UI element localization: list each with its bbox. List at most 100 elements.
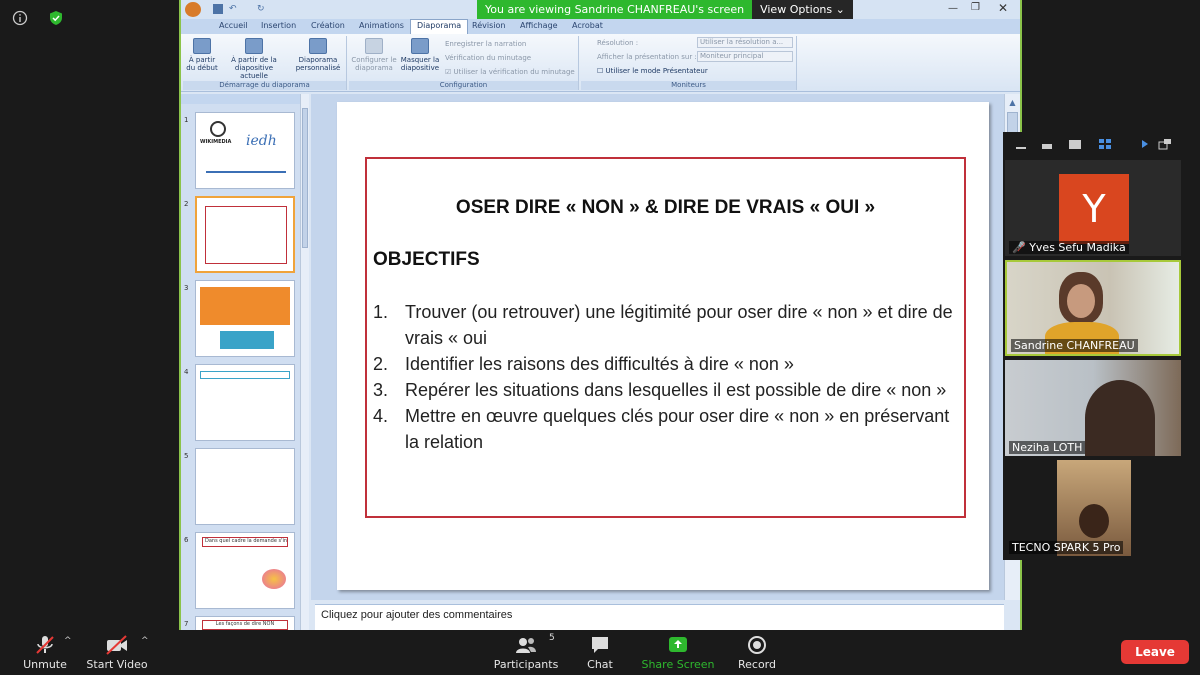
view-options-button[interactable]: View Options ⌄: [752, 0, 853, 19]
info-icon[interactable]: [12, 10, 28, 26]
share-screen-button[interactable]: Share Screen: [641, 634, 715, 671]
share-screen-icon: [641, 634, 715, 656]
thumb-orange-block: [200, 287, 290, 325]
tab-diaporama[interactable]: Diaporama: [410, 19, 469, 34]
video-off-icon: [86, 634, 148, 656]
audio-options-chevron-icon[interactable]: ^: [64, 636, 72, 646]
save-icon[interactable]: [213, 4, 223, 14]
security-shield-icon[interactable]: [48, 10, 64, 26]
speaker-view-icon[interactable]: [1067, 136, 1083, 150]
leave-button[interactable]: Leave: [1121, 640, 1189, 664]
record-narration-button[interactable]: Enregistrer la narration: [445, 40, 526, 48]
thumb-red-box: [205, 206, 287, 264]
use-timings-checkbox[interactable]: ☑ Utiliser la vérification du minutage: [445, 68, 575, 76]
slide-thumbnail-panel: 1 WIKIMEDIA iedh 2 3 4 5 6 Dans quel cad…: [181, 94, 303, 630]
rehearse-timings-button[interactable]: Vérification du minutage: [445, 54, 531, 62]
video-options-chevron-icon[interactable]: ^: [141, 636, 149, 646]
slide-thumbnail-3[interactable]: [195, 280, 295, 357]
video-gallery: Y 🎤̸ Yves Sefu Madika Sandrine CHANFREAU…: [1003, 132, 1181, 560]
hide-slide-button[interactable]: Masquer la diapositive: [399, 38, 441, 72]
start-slideshow-group: À partir du début À partir de la diaposi…: [183, 36, 347, 90]
tab-affichage[interactable]: Affichage: [520, 21, 558, 30]
projector-icon: [245, 38, 263, 54]
configure-show-button[interactable]: Configurer le diaporama: [351, 38, 397, 72]
wikimedia-logo-icon: [210, 121, 226, 137]
thumbnail-scrollbar[interactable]: [300, 94, 309, 630]
notes-input[interactable]: Cliquez pour ajouter des commentaires: [315, 604, 1004, 630]
resolution-select[interactable]: Utiliser la résolution a...: [697, 37, 793, 48]
objective-number: 3.: [373, 380, 389, 400]
chat-icon: [582, 634, 618, 656]
thumb-number: 6: [184, 536, 189, 544]
gallery-view-icon[interactable]: [1097, 136, 1113, 150]
thumbnail-view-icon[interactable]: [1039, 136, 1055, 150]
start-video-button[interactable]: Start Video: [86, 634, 148, 671]
presenter-mode-checkbox[interactable]: ☐ Utiliser le mode Présentateur: [597, 67, 708, 75]
thumb-divider: [206, 171, 286, 173]
chevron-down-icon: ⌄: [835, 3, 845, 16]
monitors-group: Résolution : Utiliser la résolution a...…: [581, 36, 797, 90]
unmute-button[interactable]: Unmute: [22, 634, 68, 671]
record-button[interactable]: Record: [737, 634, 777, 671]
slide-content-box: OSER DIRE « NON » & DIRE DE VRAIS « OUI …: [365, 157, 966, 518]
thumb-heading-box: [200, 371, 290, 379]
office-button-icon[interactable]: [185, 2, 201, 17]
participant-tile-tecno[interactable]: TECNO SPARK 5 Pro: [1005, 460, 1181, 556]
thumb-number: 3: [184, 284, 189, 292]
minimize-gallery-icon[interactable]: [1013, 136, 1029, 150]
objective-text: Mettre en œuvre quelques clés pour oser …: [405, 406, 950, 452]
scroll-up-icon[interactable]: ▲: [1007, 98, 1018, 108]
next-page-icon[interactable]: [1137, 136, 1153, 150]
slide-thumbnail-7[interactable]: Les façons de dire NON: [195, 616, 295, 630]
current-slide[interactable]: OSER DIRE « NON » & DIRE DE VRAIS « OUI …: [337, 102, 989, 590]
scrollbar-thumb[interactable]: [302, 108, 308, 248]
undo-icon[interactable]: ↶: [229, 4, 237, 14]
participant-name: TECNO SPARK 5 Pro: [1009, 541, 1124, 554]
pop-out-icon[interactable]: [1157, 136, 1173, 150]
participant-tile-neziha[interactable]: Neziha LOTH: [1005, 360, 1181, 456]
thumb-number: 2: [184, 200, 189, 208]
panel-tabs: [181, 94, 303, 104]
tab-accueil[interactable]: Accueil: [219, 21, 248, 30]
objective-text: Repérer les situations dans lesquelles i…: [405, 380, 947, 400]
minimize-icon[interactable]: —: [948, 3, 958, 14]
hide-slide-icon: [411, 38, 429, 54]
objective-number: 1.: [373, 302, 389, 322]
from-current-button[interactable]: À partir de la diapositive actuelle: [221, 38, 287, 80]
from-start-button[interactable]: À partir du début: [185, 38, 219, 72]
tab-animations[interactable]: Animations: [359, 21, 404, 30]
tab-acrobat[interactable]: Acrobat: [572, 21, 603, 30]
slide-thumbnail-6[interactable]: Dans quel cadre la demande s'inscrit: [195, 532, 295, 609]
restore-icon[interactable]: ❐: [971, 2, 980, 13]
participant-tile-sandrine[interactable]: Sandrine CHANFREAU: [1005, 260, 1181, 356]
close-icon[interactable]: ✕: [998, 1, 1008, 15]
monitor-select[interactable]: Moniteur principal: [697, 51, 793, 62]
objective-number: 4.: [373, 406, 389, 426]
slide-thumbnail-1[interactable]: WIKIMEDIA iedh: [195, 112, 295, 189]
tab-creation[interactable]: Création: [311, 21, 345, 30]
custom-show-label: Diaporama personnalisé: [295, 56, 341, 72]
objective-item: 2. Identifier les raisons des difficultés…: [373, 351, 958, 377]
from-current-label: À partir de la diapositive actuelle: [231, 56, 277, 80]
avatar: Y: [1059, 174, 1129, 244]
ribbon: À partir du début À partir de la diaposi…: [181, 34, 1020, 92]
brain-illustration: [262, 569, 286, 589]
custom-show-button[interactable]: Diaporama personnalisé: [293, 38, 343, 72]
participant-tile-yves[interactable]: Y 🎤̸ Yves Sefu Madika: [1005, 160, 1181, 256]
objectives-list: 1. Trouver (ou retrouver) une légitimité …: [373, 299, 958, 455]
objective-text: Trouver (ou retrouver) une légitimité po…: [405, 302, 953, 348]
slide-editing-area: OSER DIRE « NON » & DIRE DE VRAIS « OUI …: [311, 94, 1004, 600]
thumb-6-title: Dans quel cadre la demande s'inscrit: [202, 537, 288, 547]
tab-revision[interactable]: Révision: [472, 21, 505, 30]
slide-thumbnail-5[interactable]: [195, 448, 295, 525]
slide-thumbnail-4[interactable]: [195, 364, 295, 441]
redo-icon[interactable]: ↻: [257, 4, 265, 14]
chat-button[interactable]: Chat: [582, 634, 618, 671]
tab-insertion[interactable]: Insertion: [261, 21, 296, 30]
presenter-mode-label: Utiliser le mode Présentateur: [605, 67, 708, 75]
resolution-label: Résolution :: [597, 39, 639, 47]
participant-name: Sandrine CHANFREAU: [1011, 339, 1138, 352]
configuration-group: Configurer le diaporama Masquer la diapo…: [349, 36, 579, 90]
slide-thumbnail-2[interactable]: [195, 196, 295, 273]
ribbon-tabs: Accueil Insertion Création Animations Di…: [181, 19, 1020, 34]
